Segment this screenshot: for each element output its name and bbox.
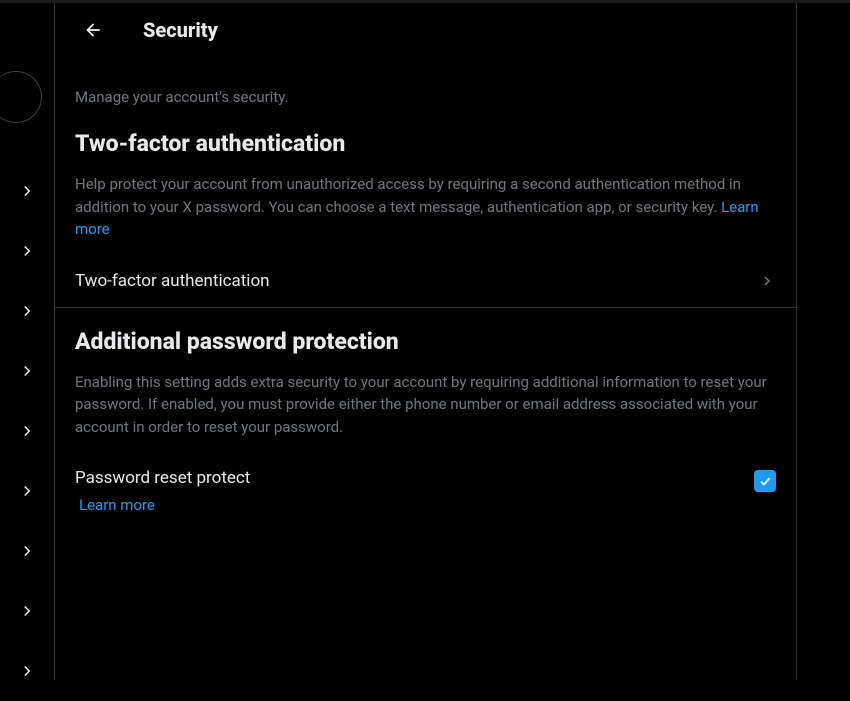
left-sidebar [0,3,55,680]
page-header: Security [55,3,796,56]
chevron-right-icon [18,542,36,560]
two-factor-heading: Two-factor authentication [75,118,776,161]
main-content: Security Manage your account's security.… [55,3,797,680]
sidebar-nav-item[interactable] [0,641,54,701]
two-factor-row[interactable]: Two-factor authentication [55,255,796,308]
page-subtitle: Manage your account's security. [55,76,796,118]
two-factor-desc-text: Help protect your account from unauthori… [75,175,741,216]
chevron-right-icon [18,302,36,320]
check-icon [758,474,772,488]
sidebar-nav-item[interactable] [0,581,54,641]
sidebar-nav-list [0,161,54,701]
sidebar-nav-item[interactable] [0,461,54,521]
password-reset-protect-label: Password reset protect [75,468,754,488]
sidebar-nav-item[interactable] [0,341,54,401]
page-title: Security [143,18,218,42]
toggle-row-left: Password reset protect Learn more [75,468,754,514]
chevron-right-icon [18,422,36,440]
additional-description: Enabling this setting adds extra securit… [75,359,776,453]
sidebar-nav-item[interactable] [0,281,54,341]
two-factor-section: Two-factor authentication Help protect y… [55,118,796,255]
sidebar-nav-item[interactable] [0,521,54,581]
chevron-right-icon [18,602,36,620]
chevron-right-icon [18,182,36,200]
two-factor-description: Help protect your account from unauthori… [75,161,776,255]
sidebar-nav-item[interactable] [0,161,54,221]
chevron-right-icon [758,272,776,290]
back-button[interactable] [75,12,111,48]
sidebar-profile-shape[interactable] [0,71,42,123]
sidebar-nav-item[interactable] [0,221,54,281]
chevron-right-icon [18,482,36,500]
additional-heading: Additional password protection [75,316,776,359]
chevron-right-icon [18,242,36,260]
password-reset-protect-row: Password reset protect Learn more [55,452,796,514]
chevron-right-icon [18,662,36,680]
chevron-right-icon [18,362,36,380]
arrow-left-icon [83,20,103,40]
additional-protection-section: Additional password protection Enabling … [55,308,796,453]
sidebar-nav-item[interactable] [0,401,54,461]
two-factor-row-label: Two-factor authentication [75,271,270,291]
additional-learn-more-link[interactable]: Learn more [75,496,754,514]
password-reset-protect-checkbox[interactable] [754,470,776,492]
